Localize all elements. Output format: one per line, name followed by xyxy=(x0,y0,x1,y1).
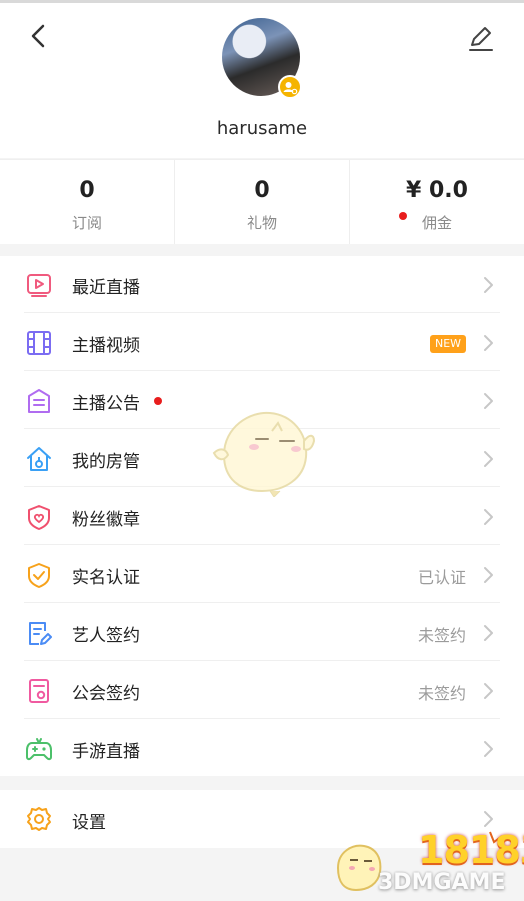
new-badge: NEW xyxy=(430,335,466,353)
divider xyxy=(24,602,500,603)
stat-label: 佣金 xyxy=(421,214,452,232)
chevron-right-icon xyxy=(484,509,493,525)
divider xyxy=(24,544,500,545)
announcement-icon xyxy=(28,389,50,413)
notification-dot xyxy=(154,397,162,405)
menu-item-label: 公会签约 xyxy=(72,684,140,704)
menu-item-artist-contract[interactable]: 艺人签约 未签约 xyxy=(0,604,524,661)
watermark-site: 3DMGAME xyxy=(378,870,506,895)
chevron-right-icon xyxy=(484,811,493,827)
divider xyxy=(24,718,500,719)
chevron-right-icon xyxy=(484,451,493,467)
menu-item-anchor-video[interactable]: 主播视频 NEW xyxy=(0,314,524,371)
menu-item-status: 未签约 xyxy=(417,626,466,645)
menu-item-label: 手游直播 xyxy=(72,742,140,762)
stat-label: 订阅 xyxy=(71,214,102,232)
chevron-right-icon xyxy=(484,567,493,583)
mascot-watermark xyxy=(212,411,316,497)
divider xyxy=(24,370,500,371)
artist-contract-icon xyxy=(29,622,52,645)
gamepad-icon xyxy=(26,738,52,761)
menu-list: 最近直播 主播视频 NEW 主播公告 我的房管 粉丝徽章 实名认证 已认证 艺人… xyxy=(0,256,524,776)
gear-icon xyxy=(27,807,51,831)
menu-item-label: 艺人签约 xyxy=(72,626,140,646)
chevron-right-icon xyxy=(484,625,493,641)
stat-value: 0 xyxy=(79,178,95,203)
chevron-right-icon xyxy=(484,335,493,351)
divider xyxy=(24,660,500,661)
chevron-right-icon xyxy=(484,741,493,757)
menu-item-status: 未签约 xyxy=(417,684,466,703)
verified-shield-icon xyxy=(28,563,50,588)
menu-item-label: 最近直播 xyxy=(72,278,140,298)
menu-item-guild-contract[interactable]: 公会签约 未签约 xyxy=(0,662,524,719)
edit-icon[interactable] xyxy=(466,23,496,53)
menu-item-label: 我的房管 xyxy=(72,452,140,472)
back-icon[interactable] xyxy=(24,21,56,53)
menu-item-mobile-game-live[interactable]: 手游直播 xyxy=(0,720,524,777)
menu-item-label: 主播公告 xyxy=(72,394,140,414)
username: harusame xyxy=(216,118,308,139)
chevron-right-icon xyxy=(484,683,493,699)
stats-bar: 0 订阅 0 礼物 ¥ 0.0 佣金 xyxy=(0,159,524,244)
chevron-right-icon xyxy=(484,277,493,293)
divider xyxy=(24,312,500,313)
fan-badge-icon xyxy=(28,505,50,530)
menu-item-recent-live[interactable]: 最近直播 xyxy=(0,256,524,313)
stat-value: 0 xyxy=(254,178,270,203)
guild-contract-icon xyxy=(29,679,49,703)
anchor-badge-icon xyxy=(278,75,302,99)
video-film-icon xyxy=(27,331,51,355)
room-manager-icon xyxy=(27,447,51,471)
stat-gifts[interactable]: 0 礼物 xyxy=(174,160,349,244)
stat-label: 礼物 xyxy=(246,214,277,232)
menu-item-status: 已认证 xyxy=(417,568,466,587)
chevron-right-icon xyxy=(484,393,493,409)
stat-value: ¥ 0.0 xyxy=(406,178,468,203)
menu-item-real-name[interactable]: 实名认证 已认证 xyxy=(0,546,524,603)
watermark-brand: 18183 xyxy=(418,828,524,872)
notification-dot xyxy=(399,212,407,220)
menu-item-label: 主播视频 xyxy=(72,336,140,356)
recent-live-icon xyxy=(27,274,51,297)
menu-item-label: 粉丝徽章 xyxy=(72,510,140,530)
settings-label: 设置 xyxy=(72,813,106,833)
stat-commission[interactable]: ¥ 0.0 佣金 xyxy=(349,160,524,244)
stat-subscriptions[interactable]: 0 订阅 xyxy=(0,160,174,244)
menu-item-label: 实名认证 xyxy=(72,568,140,588)
